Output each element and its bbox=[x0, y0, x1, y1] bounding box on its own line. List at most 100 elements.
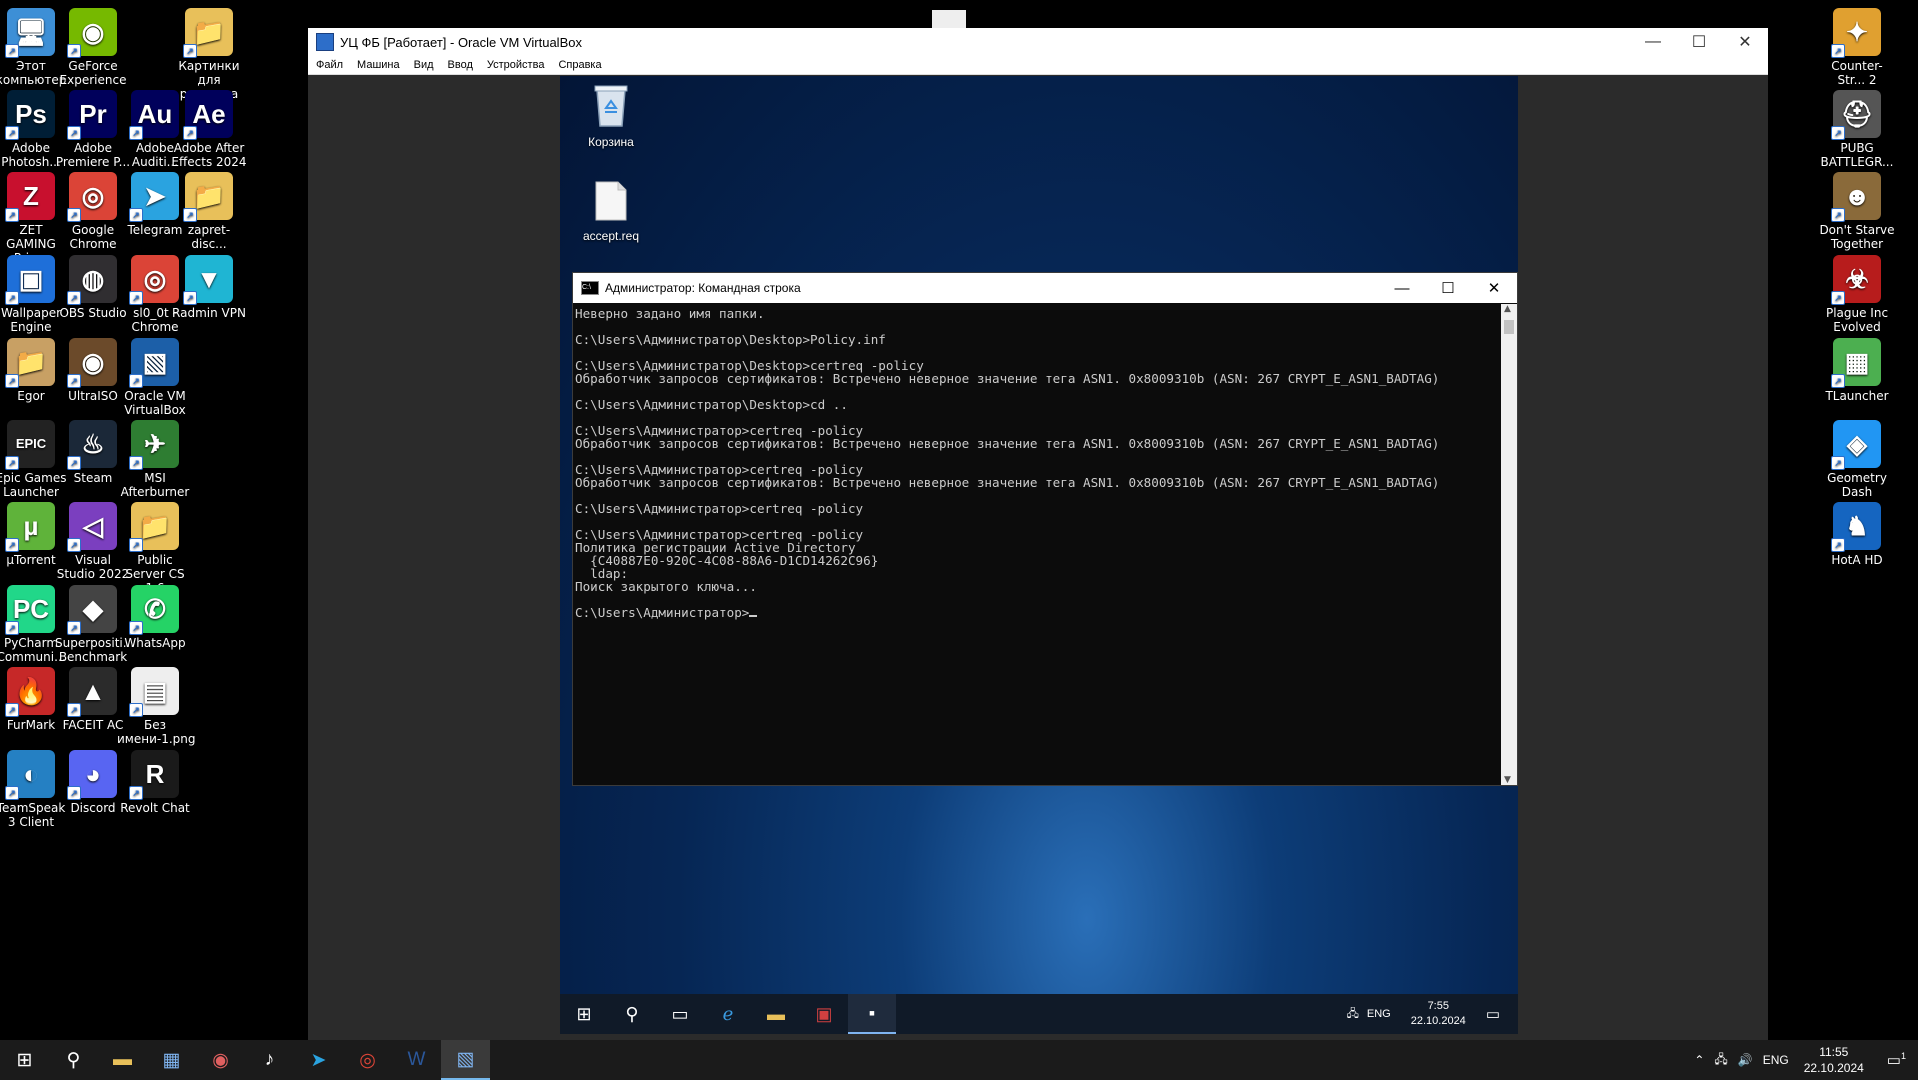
maximize-button[interactable]: ☐ bbox=[1676, 28, 1722, 56]
desktop-icon[interactable]: ✈ ↗ MSI Afterburner bbox=[117, 420, 193, 499]
guest-accept-req[interactable]: accept.req bbox=[568, 180, 654, 243]
desktop-icon[interactable]: 📁↗Картинки для револьта bbox=[171, 8, 247, 101]
desktop-icon[interactable]: ◈ ↗ Geometry Dash bbox=[1819, 420, 1895, 499]
shortcut-arrow-icon: ↗ bbox=[1831, 208, 1845, 222]
file-explorer-icon[interactable]: ▬ bbox=[752, 994, 800, 1034]
menu-help[interactable]: Справка bbox=[558, 59, 601, 71]
shortcut-arrow-icon: ↗ bbox=[5, 208, 19, 222]
photoshop-icon: Ps ↗ bbox=[5, 90, 55, 140]
cmd-line: Обработчик запросов сертификатов: Встреч… bbox=[575, 371, 1440, 386]
search-icon[interactable]: ⚲ bbox=[49, 1040, 98, 1080]
search-icon[interactable]: ⚲ bbox=[608, 994, 656, 1034]
tlauncher-icon: ▦ ↗ bbox=[1831, 338, 1881, 388]
guest-clock[interactable]: 7:55 22.10.2024 bbox=[1411, 999, 1466, 1029]
this-pc-icon: 🖥 ↗ bbox=[5, 8, 55, 58]
teamspeak-icon: ◐ ↗ bbox=[5, 750, 55, 800]
geometry-dash-icon: ◈ ↗ bbox=[1831, 420, 1881, 470]
faceit-icon: ▲ ↗ bbox=[67, 667, 117, 717]
desktop-icon-label: Don't Starve Together bbox=[1819, 223, 1895, 251]
desktop-icon[interactable]: ▧ ↗ Oracle VM VirtualBox bbox=[117, 338, 193, 417]
guest-recycle-bin[interactable]: Корзина bbox=[568, 82, 654, 149]
desktop-icon-label: PUBG BATTLEGR... bbox=[1820, 141, 1894, 169]
notification-center-icon[interactable]: ▭1 bbox=[1887, 1051, 1906, 1069]
guest-screen[interactable]: Корзина accept.req C:\ Администратор: Ко… bbox=[560, 76, 1518, 1034]
zet-gaming-icon: Z ↗ bbox=[5, 172, 55, 222]
desktop-icon[interactable]: Ae ↗ Adobe After Effects 2024 bbox=[171, 90, 247, 169]
virtualbox-titlebar[interactable]: УЦ ФБ [Работает] - Oracle VM VirtualBox … bbox=[308, 28, 1768, 56]
minimize-button[interactable]: — bbox=[1630, 28, 1676, 56]
desktop-icon[interactable]: ☣ ↗ Plague Inc Evolved bbox=[1819, 255, 1895, 334]
virtualbox-window: УЦ ФБ [Работает] - Oracle VM VirtualBox … bbox=[308, 28, 1768, 1040]
chrome-icon[interactable]: ◎ bbox=[343, 1040, 392, 1080]
cmd-window[interactable]: C:\ Администратор: Командная строка — ☐ … bbox=[572, 272, 1518, 786]
network-icon[interactable]: 🖧 bbox=[1714, 1050, 1727, 1071]
desktop-icon-label: zapret-disc... bbox=[187, 223, 231, 251]
desktop-icon[interactable]: ▤ ↗ Без имени-1.png bbox=[117, 667, 196, 746]
shortcut-arrow-icon: ↗ bbox=[67, 208, 81, 222]
volume-icon[interactable]: 🔊 bbox=[1738, 1053, 1753, 1067]
internet-explorer-icon[interactable]: ℯ bbox=[704, 994, 752, 1034]
shortcut-arrow-icon: ↗ bbox=[1831, 374, 1845, 388]
radmin-vpn-icon: ▼ ↗ bbox=[183, 255, 233, 305]
shortcut-arrow-icon: ↗ bbox=[129, 703, 143, 717]
network-icon[interactable]: 🖧 bbox=[1347, 1005, 1359, 1024]
scroll-up-icon[interactable]: ▲ bbox=[1504, 304, 1511, 314]
scroll-down-icon[interactable]: ▼ bbox=[1504, 775, 1511, 785]
guest-icon-label: accept.req bbox=[582, 229, 640, 243]
desktop-icon[interactable]: ⛑ ↗ PUBG BATTLEGR... bbox=[1819, 90, 1895, 169]
close-button[interactable]: ✕ bbox=[1722, 28, 1768, 56]
cmd-titlebar[interactable]: C:\ Администратор: Командная строка — ☐ … bbox=[573, 273, 1517, 303]
menu-view[interactable]: Вид bbox=[414, 59, 434, 71]
server-manager-icon[interactable]: ▣ bbox=[800, 994, 848, 1034]
desktop-icon[interactable]: ✦ ↗ Counter-Str... 2 bbox=[1819, 8, 1895, 87]
pycharm-icon: PC ↗ bbox=[5, 585, 55, 635]
cmd-icon[interactable]: ▪ bbox=[848, 994, 896, 1034]
cmd-scrollbar[interactable]: ▲ ▼ bbox=[1501, 304, 1517, 785]
desktop-icon[interactable]: R ↗ Revolt Chat bbox=[117, 750, 193, 815]
scrollbar-thumb[interactable] bbox=[1504, 320, 1514, 334]
window-title: УЦ ФБ [Работает] - Oracle VM VirtualBox bbox=[340, 34, 582, 50]
shortcut-arrow-icon: ↗ bbox=[5, 538, 19, 552]
task-view-icon[interactable]: ▭ bbox=[656, 994, 704, 1034]
menu-input[interactable]: Ввод bbox=[448, 59, 473, 71]
desktop-icon[interactable]: ♞ ↗ HotA HD bbox=[1819, 502, 1895, 567]
cmd-line: C:\Users\Администратор\Desktop>cd .. bbox=[575, 397, 848, 412]
start-icon[interactable]: ⊞ bbox=[560, 994, 608, 1034]
language-indicator[interactable]: ENG bbox=[1763, 1053, 1789, 1067]
desktop-icon[interactable]: ◉ ↗ GeForce Experience bbox=[55, 8, 131, 87]
chevron-up-icon[interactable]: ⌃ bbox=[1694, 1053, 1704, 1067]
file-explorer-icon[interactable]: ▬ bbox=[98, 1040, 147, 1080]
desktop-icon[interactable]: 📁↗Public Server CS 1.6 bbox=[117, 502, 193, 595]
desktop-icon[interactable]: ☻ ↗ Don't Starve Together bbox=[1819, 172, 1895, 251]
shortcut-arrow-icon: ↗ bbox=[1831, 44, 1845, 58]
language-indicator[interactable]: ENG bbox=[1367, 1008, 1391, 1020]
minimize-button[interactable]: — bbox=[1379, 273, 1425, 303]
start-icon[interactable]: ⊞ bbox=[0, 1040, 49, 1080]
desktop-icon[interactable]: 📁 ↗ zapret-disc... bbox=[171, 172, 247, 251]
desktop-icon[interactable]: ▦ ↗ TLauncher bbox=[1819, 338, 1895, 403]
virtualbox-icon[interactable]: ▧ bbox=[441, 1040, 490, 1080]
telegram-icon[interactable]: ➤ bbox=[294, 1040, 343, 1080]
close-button[interactable]: ✕ bbox=[1471, 273, 1517, 303]
cmd-output[interactable]: Неверно задано имя папки. C:\Users\Админи… bbox=[573, 304, 1501, 785]
pubg-icon: ⛑ ↗ bbox=[1831, 90, 1881, 140]
menu-machine[interactable]: Машина bbox=[357, 59, 400, 71]
word-icon[interactable]: W bbox=[392, 1040, 441, 1080]
music-icon[interactable]: ♪ bbox=[245, 1040, 294, 1080]
desktop-icon[interactable]: ✆ ↗ WhatsApp bbox=[117, 585, 193, 650]
maximize-button[interactable]: ☐ bbox=[1425, 273, 1471, 303]
shortcut-arrow-icon: ↗ bbox=[129, 126, 143, 140]
desktop-file-icon[interactable] bbox=[932, 10, 966, 28]
app-icon[interactable]: ▦ bbox=[147, 1040, 196, 1080]
menu-file[interactable]: Файл bbox=[316, 59, 343, 71]
host-date: 22.10.2024 bbox=[1803, 1061, 1864, 1075]
desktop-icon[interactable]: ▼ ↗ Radmin VPN bbox=[171, 255, 247, 320]
host-clock[interactable]: 11:55 22.10.2024 bbox=[1804, 1044, 1864, 1076]
notifications-icon[interactable]: ▭ bbox=[1486, 1005, 1500, 1023]
cmd-line: C:\Users\Администратор>certreq -policy bbox=[575, 462, 864, 477]
menu-devices[interactable]: Устройства bbox=[487, 59, 545, 71]
shortcut-arrow-icon: ↗ bbox=[5, 703, 19, 717]
plague-inc-icon: ☣ ↗ bbox=[1831, 255, 1881, 305]
app-icon-2[interactable]: ◉ bbox=[196, 1040, 245, 1080]
shortcut-arrow-icon: ↗ bbox=[1831, 456, 1845, 470]
